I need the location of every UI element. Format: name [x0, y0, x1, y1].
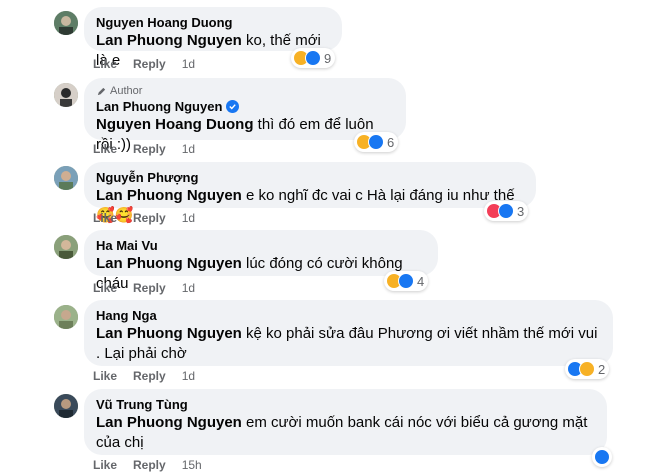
reaction-count: 3: [517, 203, 525, 219]
timestamp[interactable]: 1d: [182, 142, 195, 156]
avatar[interactable]: [54, 394, 78, 418]
avatar[interactable]: [54, 235, 78, 259]
commenter-name[interactable]: Nguyen Hoang Duong: [96, 14, 330, 31]
comment-bubble: Author Lan Phuong Nguyen Nguyen Hoang Du…: [84, 78, 406, 153]
like-button[interactable]: Like: [93, 57, 117, 71]
comment-bubble: Nguyễn Phượng Lan Phuong Nguyen e ko ngh…: [84, 162, 536, 224]
comment-bubble: Nguyen Hoang Duong Lan Phuong Nguyen ko,…: [84, 7, 342, 69]
comment-bubble: Ha Mai Vu Lan Phuong Nguyen lúc đóng có …: [84, 230, 438, 292]
like-button[interactable]: Like: [93, 369, 117, 383]
like-reaction-icon: [498, 203, 514, 219]
commenter-name[interactable]: Vũ Trung Tùng: [96, 396, 595, 413]
commenter-name[interactable]: Lan Phuong Nguyen: [96, 98, 394, 115]
verified-badge-icon: [226, 100, 240, 113]
pencil-icon: [97, 87, 106, 95]
reaction-summary[interactable]: 6: [354, 132, 399, 152]
reaction-summary[interactable]: 9: [291, 48, 336, 68]
reaction-count: 2: [598, 361, 606, 377]
like-reaction-icon: [398, 273, 414, 289]
timestamp[interactable]: 1d: [182, 211, 195, 225]
mention[interactable]: Lan Phuong Nguyen: [96, 187, 242, 204]
like-reaction-icon: [305, 50, 321, 66]
like-button[interactable]: Like: [93, 211, 117, 225]
commenter-name[interactable]: Nguyễn Phượng: [96, 169, 524, 186]
comment-actions: Like Reply 1d: [93, 369, 195, 383]
reply-button[interactable]: Reply: [133, 142, 166, 156]
reaction-summary[interactable]: 3: [484, 201, 529, 221]
timestamp[interactable]: 1d: [182, 281, 195, 295]
timestamp[interactable]: 1d: [182, 369, 195, 383]
like-reaction-icon: [368, 134, 384, 150]
author-badge: Author: [96, 85, 394, 97]
mention[interactable]: Lan Phuong Nguyen: [96, 32, 242, 49]
comment-text: Lan Phuong Nguyen em cười muốn bank cái …: [96, 414, 588, 451]
timestamp[interactable]: 1d: [182, 57, 195, 71]
avatar[interactable]: [54, 166, 78, 190]
avatar[interactable]: [54, 305, 78, 329]
reaction-count: 6: [387, 134, 395, 150]
comment-bubble: Hang Nga Lan Phuong Nguyen kệ ko phải sử…: [84, 300, 613, 366]
reaction-count: 9: [324, 50, 332, 66]
care-reaction-icon: [579, 361, 595, 377]
reply-button[interactable]: Reply: [133, 211, 166, 225]
reply-button[interactable]: Reply: [133, 369, 166, 383]
avatar[interactable]: [54, 11, 78, 35]
reply-button[interactable]: Reply: [133, 458, 166, 472]
mention[interactable]: Lan Phuong Nguyen: [96, 325, 242, 342]
like-button[interactable]: Like: [93, 458, 117, 472]
comment-actions: Like Reply 1d: [93, 281, 195, 295]
like-button[interactable]: Like: [93, 142, 117, 156]
mention[interactable]: Lan Phuong Nguyen: [96, 255, 242, 272]
reaction-summary[interactable]: 2: [565, 359, 610, 379]
comment-actions: Like Reply 1d: [93, 57, 195, 71]
comment-actions: Like Reply 15h: [93, 458, 202, 472]
avatar[interactable]: [54, 83, 78, 107]
reaction-summary[interactable]: [592, 447, 612, 467]
comment-actions: Like Reply 1d: [93, 142, 195, 156]
comment-actions: Like Reply 1d: [93, 211, 195, 225]
reply-button[interactable]: Reply: [133, 57, 166, 71]
reply-button[interactable]: Reply: [133, 281, 166, 295]
timestamp[interactable]: 15h: [182, 458, 202, 472]
comment-bubble: Vũ Trung Tùng Lan Phuong Nguyen em cười …: [84, 389, 607, 455]
reaction-count: 4: [417, 273, 425, 289]
mention[interactable]: Lan Phuong Nguyen: [96, 414, 242, 431]
like-reaction-icon: [594, 449, 610, 465]
comment-text: Lan Phuong Nguyen kệ ko phải sửa đâu Phư…: [96, 325, 598, 362]
mention[interactable]: Nguyen Hoang Duong: [96, 116, 254, 133]
reaction-summary[interactable]: 4: [384, 271, 429, 291]
commenter-name[interactable]: Hang Nga: [96, 307, 601, 324]
like-button[interactable]: Like: [93, 281, 117, 295]
commenter-name[interactable]: Ha Mai Vu: [96, 237, 426, 254]
